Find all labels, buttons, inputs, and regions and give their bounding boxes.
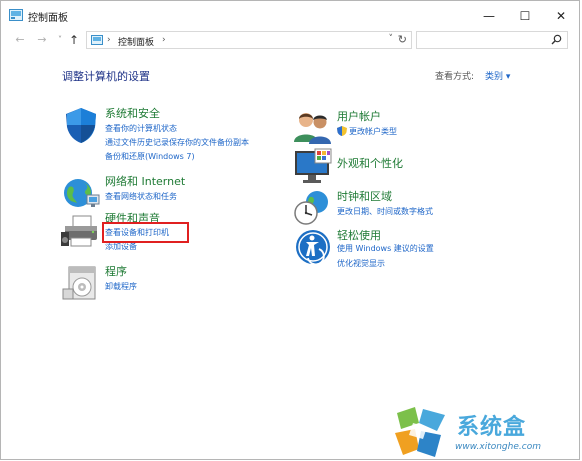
address-dropdown-icon[interactable]: ˅ [389, 34, 394, 44]
globe-network-icon[interactable] [61, 173, 101, 213]
category-ease-of-access: 轻松使用 使用 Windows 建议的设置 优化视觉显示 [293, 227, 523, 272]
category-appearance: 外观和个性化 [293, 147, 523, 187]
title-bar: 控制面板 — ☐ ✕ [1, 1, 579, 30]
category-title[interactable]: 用户帐户 [337, 108, 381, 124]
programs-disc-icon[interactable] [61, 263, 101, 303]
forward-button[interactable]: → [35, 33, 49, 47]
refresh-icon[interactable]: ↻ [398, 33, 407, 46]
address-bar[interactable]: › 控制面板 › ˅ ↻ [86, 31, 412, 49]
link-view-computer-status[interactable]: 查看你的计算机状态 [105, 123, 177, 134]
category-title[interactable]: 网络和 Internet [105, 173, 185, 189]
ease-of-access-icon[interactable] [293, 227, 333, 267]
watermark-logo-icon [395, 407, 445, 457]
maximize-icon: ☐ [519, 8, 531, 23]
close-icon: ✕ [555, 8, 567, 23]
category-clock-region: 时钟和区域 更改日期、时间或数字格式 [293, 188, 523, 228]
maximize-button[interactable]: ☐ [507, 1, 543, 30]
search-icon[interactable] [551, 34, 562, 45]
breadcrumb-separator[interactable]: › [162, 35, 166, 45]
control-panel-icon [91, 35, 103, 45]
users-icon[interactable] [293, 108, 333, 148]
link-change-date-time-format[interactable]: 更改日期、时间或数字格式 [337, 206, 433, 217]
link-change-account-type[interactable]: 更改帐户类型 [349, 126, 397, 137]
view-by-label: 查看方式: [435, 72, 475, 82]
category-title[interactable]: 时钟和区域 [337, 188, 392, 204]
watermark-name: 系统盒 [457, 415, 527, 440]
category-title[interactable]: 轻松使用 [337, 227, 381, 243]
watermark-url: www.xitonghe.com [455, 442, 541, 452]
uac-shield-icon [337, 126, 347, 136]
monitor-appearance-icon[interactable] [293, 147, 333, 187]
link-uninstall-program[interactable]: 卸载程序 [105, 281, 137, 292]
link-file-history-backup[interactable]: 通过文件历史记录保存你的文件备份副本 [105, 137, 249, 148]
clock-globe-icon[interactable] [293, 188, 333, 228]
up-button[interactable]: ↑ [67, 33, 81, 47]
link-use-recommended-settings[interactable]: 使用 Windows 建议的设置 [337, 243, 434, 254]
control-panel-app-icon [9, 9, 23, 21]
control-panel-window: 控制面板 — ☐ ✕ ← → ˅ ↑ › 控制面板 › ˅ ↻ 调整计算机的设置… [0, 0, 580, 460]
link-view-network-status[interactable]: 查看网络状态和任务 [105, 191, 177, 202]
window-title: 控制面板 [28, 13, 68, 24]
search-input[interactable] [416, 31, 568, 49]
category-title[interactable]: 外观和个性化 [337, 155, 403, 171]
breadcrumb-separator[interactable]: › [107, 35, 111, 45]
minimize-button[interactable]: — [471, 1, 507, 30]
close-button[interactable]: ✕ [543, 1, 579, 30]
address-row: ← → ˅ ↑ › 控制面板 › ˅ ↻ [1, 30, 579, 52]
category-network-internet: 网络和 Internet 查看网络状态和任务 [61, 173, 291, 213]
view-by-dropdown[interactable]: 类别 ▾ [485, 69, 510, 82]
printer-icon[interactable] [61, 210, 101, 250]
back-button[interactable]: ← [13, 33, 27, 47]
highlight-box [102, 222, 189, 243]
category-user-accounts: 用户帐户 更改帐户类型 [293, 108, 523, 148]
category-programs: 程序 卸载程序 [61, 263, 291, 303]
watermark: 系统盒 www.xitonghe.com [393, 405, 573, 460]
shield-icon[interactable] [61, 105, 101, 145]
minimize-icon: — [483, 8, 495, 23]
category-system-security: 系统和安全 查看你的计算机状态 通过文件历史记录保存你的文件备份副本 备份和还原… [61, 105, 291, 165]
link-backup-restore[interactable]: 备份和还原(Windows 7) [105, 151, 195, 162]
page-title: 调整计算机的设置 [62, 70, 150, 83]
recent-locations-button[interactable]: ˅ [53, 33, 67, 47]
category-title[interactable]: 系统和安全 [105, 105, 160, 121]
breadcrumb-control-panel[interactable]: 控制面板 [118, 35, 154, 48]
category-title[interactable]: 程序 [105, 263, 127, 279]
link-optimize-visual-display[interactable]: 优化视觉显示 [337, 258, 385, 269]
